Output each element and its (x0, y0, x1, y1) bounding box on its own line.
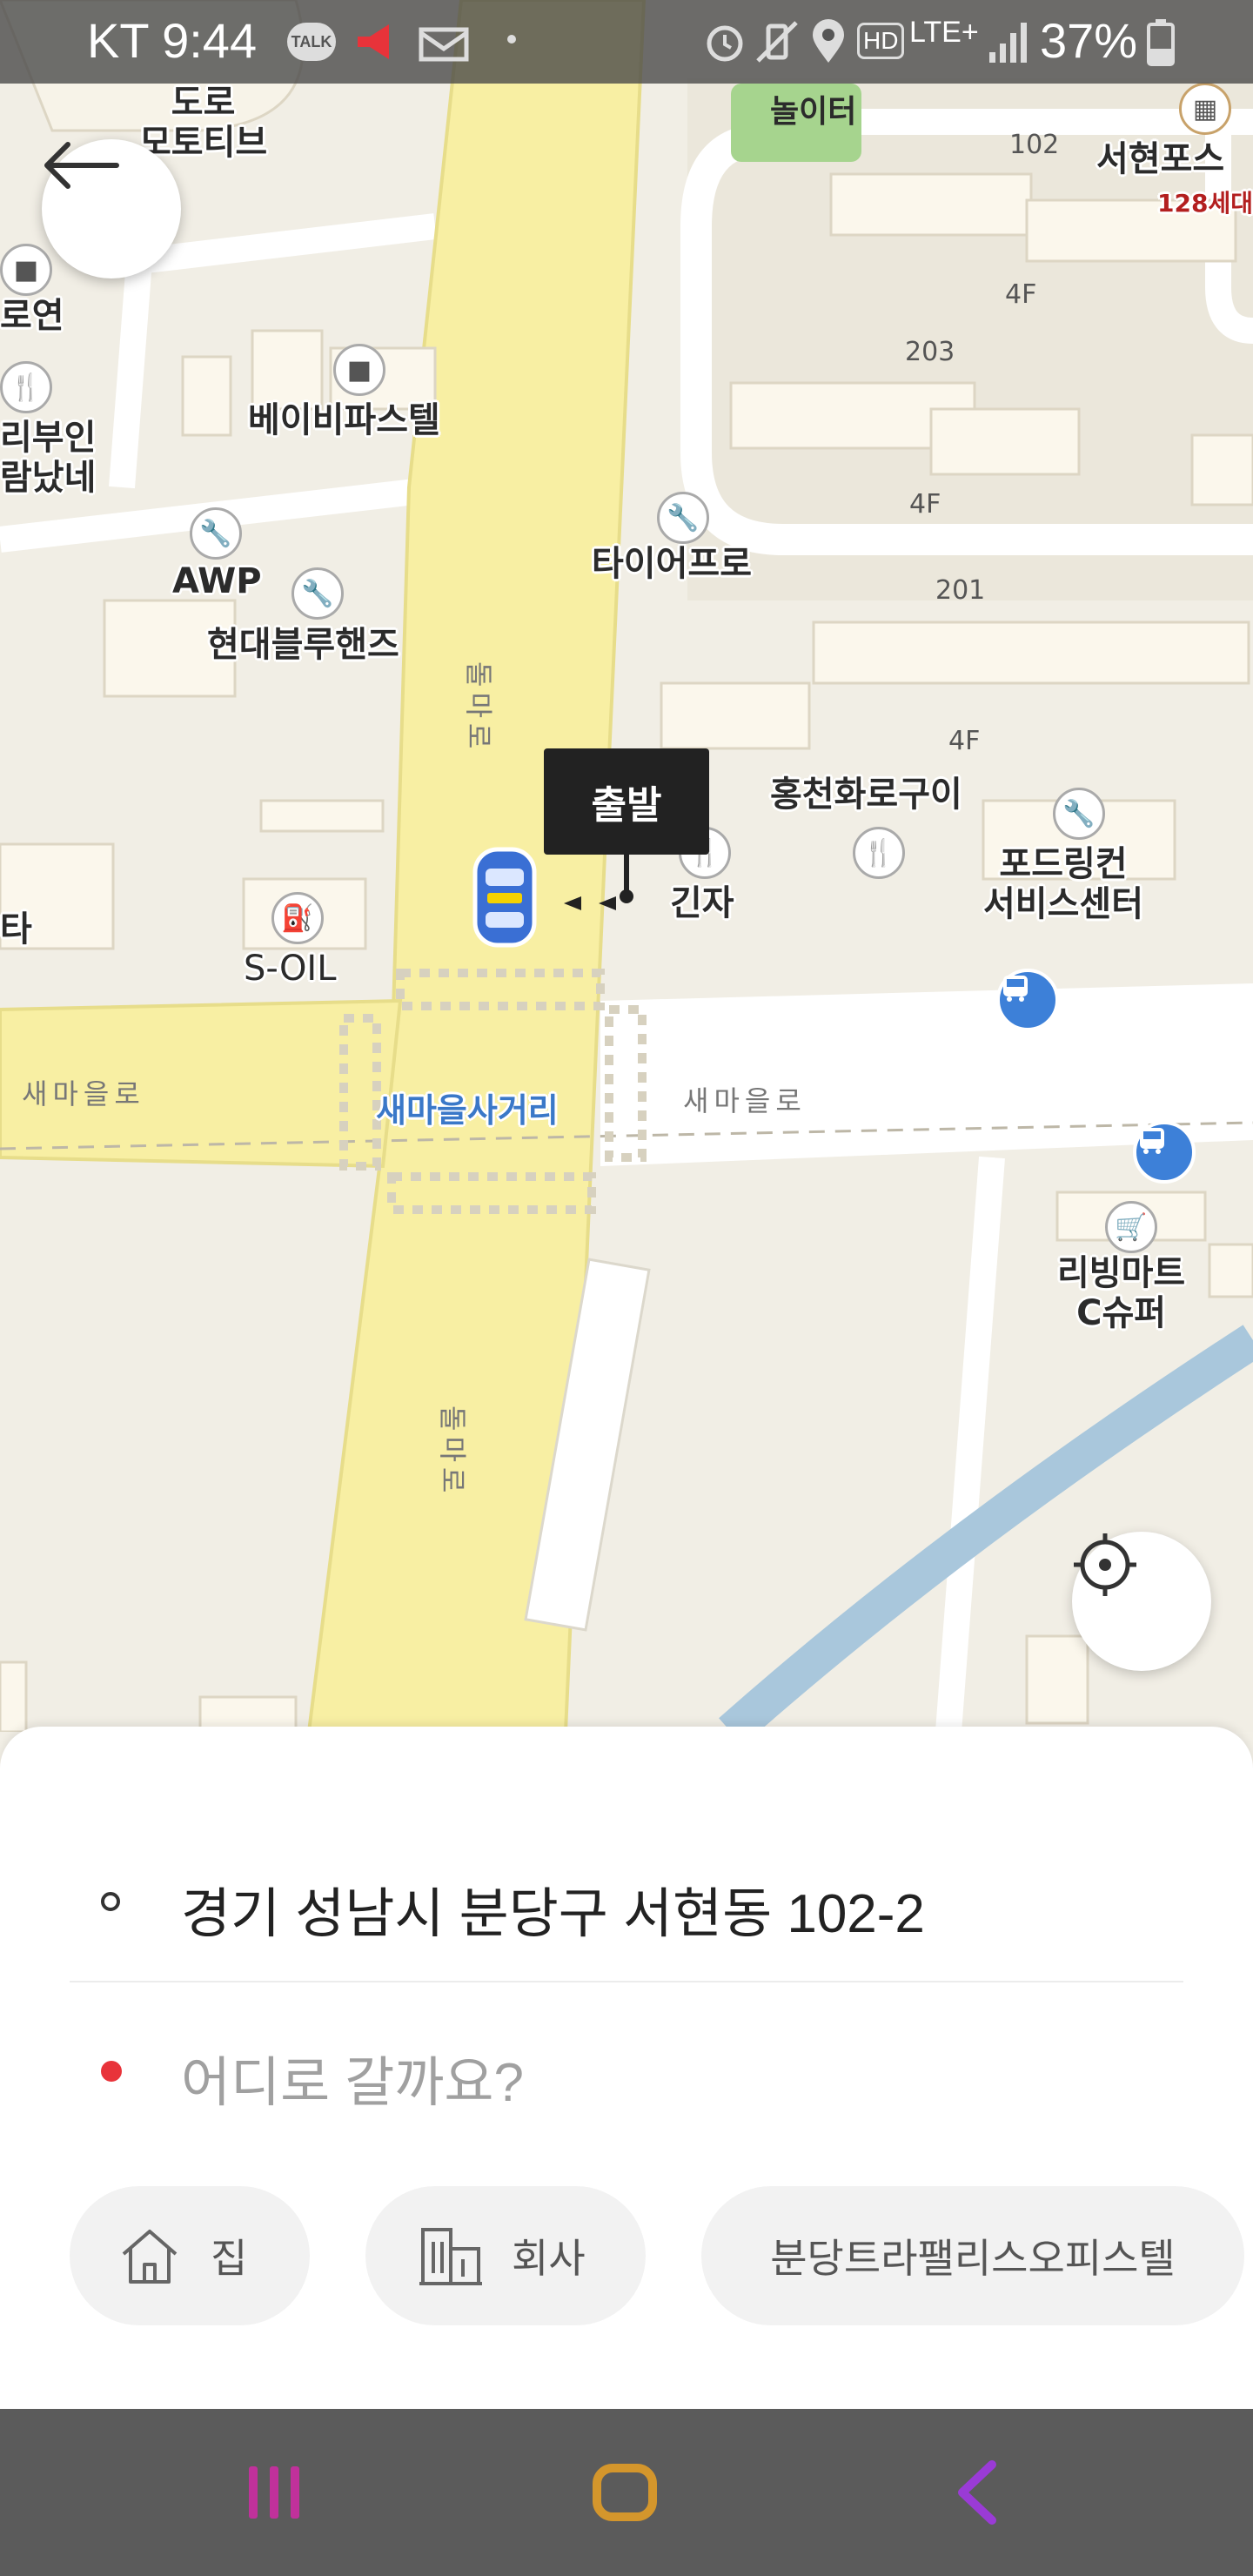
restaurant-icon[interactable]: 🍴 (0, 361, 52, 413)
map-label-ginja: 긴자 (670, 883, 734, 923)
back-nav-button[interactable] (950, 2458, 1002, 2531)
map-label-4f-a: 4F (1005, 279, 1037, 310)
recent-apps-button[interactable] (244, 2461, 306, 2527)
map-label-saemaeul-road-left: 새마을로 (22, 1077, 145, 1110)
map-label-households: 128세대 (1157, 189, 1253, 218)
map-label-babypastel: 베이비파스텔 (248, 400, 440, 440)
current-location-button[interactable] (1072, 1532, 1211, 1671)
map-label-building-203: 203 (905, 337, 955, 367)
battery-percent: 37% (1040, 13, 1138, 68)
system-nav-bar (0, 2409, 1253, 2576)
wrench-icon[interactable]: 🔧 (1053, 788, 1105, 840)
apartment-icon[interactable]: ▦ (1179, 83, 1231, 135)
hd-badge: HD (857, 23, 905, 59)
arrow-left-icon (44, 142, 119, 189)
shortcut-home-button[interactable]: 집 (70, 2186, 310, 2325)
map-label-hongcheon: 홍천화로구이 (770, 775, 962, 815)
office-building-icon (419, 2228, 482, 2285)
battery-icon (1147, 17, 1175, 77)
wrench-icon[interactable]: 🔧 (190, 507, 242, 560)
back-button[interactable] (42, 139, 181, 278)
shortcut-home-label: 집 (211, 2235, 248, 2282)
map-label-building-102: 102 (1009, 130, 1060, 160)
dot-icon (507, 35, 516, 44)
bus-stop-icon[interactable] (996, 969, 1059, 1031)
map-label-saemaeul-crossing: 새마을사거리 (376, 1091, 559, 1130)
divider (70, 1981, 1183, 1982)
talk-icon: TALK (287, 23, 336, 61)
recent-apps-icon (249, 2466, 299, 2519)
map-label-4f-b: 4F (909, 489, 941, 520)
location-icon (809, 17, 848, 77)
home-nav-button[interactable] (592, 2459, 658, 2529)
alarm-icon (700, 17, 749, 77)
map-label-dolmaero-bottom: 돌마로 (436, 1405, 469, 1499)
map-label-building-201: 201 (935, 575, 986, 606)
map-label-4f-c: 4F (948, 726, 981, 756)
chevron-left-icon (958, 2460, 996, 2525)
gas-station-icon[interactable]: ⛽ (271, 892, 324, 944)
map-label-hyundai-bluehands: 현대블루핸즈 (207, 625, 399, 665)
origin-address[interactable]: 경기 성남시 분당구 서현동 102-2 (181, 1869, 925, 1948)
taxi-car-icon (470, 846, 539, 949)
destination-dot-icon (101, 2061, 122, 2082)
store-icon[interactable]: ■ (0, 244, 52, 296)
map-label-saemaeul-road-right: 새마을로 (683, 1084, 807, 1117)
origin-dot-icon (101, 1892, 120, 1911)
home-circle-icon (593, 2464, 657, 2521)
map-label-roen: 로연 (0, 296, 64, 336)
network-type: LTE+ (909, 16, 979, 49)
map-label-tirepro: 타이어프로 (592, 544, 752, 584)
restaurant-icon[interactable]: 🍴 (853, 827, 905, 879)
crosshair-icon (1074, 1533, 1136, 1596)
shortcut-favorite-label: 분당트라팰리스오피스텔 (770, 2235, 1176, 2282)
shortcut-office-label: 회사 (512, 2235, 586, 2282)
map-label-soil: S-OIL (244, 949, 337, 989)
map-label-playground: 놀이터 (770, 94, 857, 130)
map-label-fordlincoln: 포드링컨 서비스센터 (983, 844, 1143, 924)
shortcut-office-button[interactable]: 회사 (365, 2186, 646, 2325)
bus-stop-icon[interactable] (1133, 1121, 1196, 1184)
vibrate-off-icon (753, 17, 801, 77)
map-label-rebuin: 리부인 람났네 (0, 418, 97, 498)
megaphone-icon (352, 17, 401, 66)
map-label-road-mobility: 도로 모토티브 (139, 83, 268, 163)
home-icon (122, 2230, 178, 2284)
map-label-awp: AWP (172, 561, 262, 601)
store-icon[interactable]: ■ (333, 344, 385, 396)
status-carrier-time: KT 9:44 (87, 13, 258, 68)
start-marker[interactable]: 출발 (544, 748, 709, 855)
status-bar: KT 9:44 TALK HD LTE+ 37% (0, 0, 1253, 84)
cart-icon[interactable]: 🛒 (1105, 1201, 1157, 1253)
signal-icon (988, 19, 1031, 76)
mail-icon (418, 19, 470, 76)
wrench-icon[interactable]: 🔧 (291, 567, 344, 620)
map-view[interactable]: 도로 모토티브 놀이터 102 서현포스 128세대 로연 리부인 람났네 베이… (0, 0, 1253, 1732)
destination-input[interactable]: 어디로 갈까요? (181, 2038, 524, 2116)
map-label-living-mart: 리빙마트 C슈퍼 (1057, 1253, 1186, 1333)
map-label-dolmaero-top: 돌마로 (462, 661, 495, 755)
wrench-icon[interactable]: 🔧 (657, 492, 709, 544)
map-label-seohyun: 서현포스 (1096, 139, 1225, 179)
shortcut-favorite-button[interactable]: 분당트라팰리스오피스텔 (701, 2186, 1244, 2325)
map-label-ta: 타 (0, 909, 32, 949)
